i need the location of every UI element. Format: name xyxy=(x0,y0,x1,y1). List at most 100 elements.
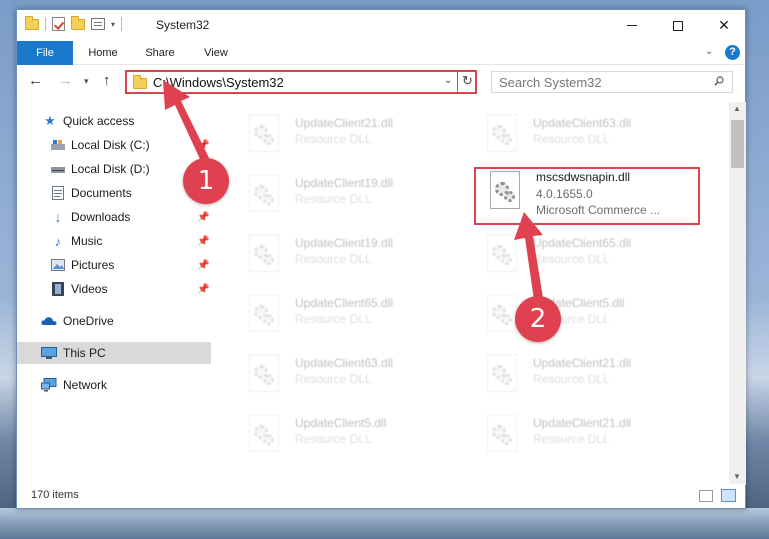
new-folder-icon[interactable] xyxy=(71,15,85,30)
help-icon[interactable]: ? xyxy=(725,45,740,60)
navigation-bar: ← → ▾ ↑ C:\Windows\System32 ⌄ ↻ Search S… xyxy=(17,66,745,98)
file-item[interactable]: UpdateClient19.dll Resource DLL xyxy=(233,230,459,284)
file-name: UpdateClient63.dll xyxy=(533,116,632,130)
dll-file-icon xyxy=(487,114,517,152)
file-item[interactable]: UpdateClient65.dll Resource DLL xyxy=(233,290,459,344)
gear-icon xyxy=(504,191,515,202)
refresh-icon[interactable]: ↻ xyxy=(457,70,477,94)
up-arrow-icon[interactable]: ↑ xyxy=(103,72,111,89)
file-item[interactable]: UpdateClient21.dll Resource DLL xyxy=(233,110,459,164)
sidebar-item-label: Music xyxy=(71,234,103,248)
file-item[interactable]: UpdateClient19.dll Resource DLL xyxy=(233,170,459,224)
documents-icon xyxy=(50,186,66,200)
file-name: UpdateClient65.dll xyxy=(295,296,394,310)
file-item[interactable]: UpdateClient63.dll Resource DLL xyxy=(233,350,459,404)
close-button[interactable]: ✕ xyxy=(701,10,747,41)
sidebar-item-downloads[interactable]: ↓ Downloads 📌 xyxy=(17,206,211,228)
gear-icon xyxy=(263,134,274,145)
sidebar-item-music[interactable]: ♪ Music 📌 xyxy=(17,230,211,252)
file-item[interactable]: UpdateClient21.dll Resource DLL xyxy=(471,350,697,404)
pin-icon[interactable]: 📌 xyxy=(197,284,209,295)
properties-check-icon[interactable] xyxy=(52,17,65,31)
gear-icon xyxy=(501,134,512,145)
scrollbar-thumb[interactable] xyxy=(731,120,744,168)
gear-icon xyxy=(263,434,274,445)
file-item[interactable]: UpdateClient65.dll Resource DLL xyxy=(471,230,697,284)
sidebar-item-pictures[interactable]: Pictures 📌 xyxy=(17,254,211,276)
file-list: UpdateClient21.dll Resource DLL UpdateCl… xyxy=(223,102,727,480)
forward-arrow-icon[interactable]: → xyxy=(58,72,73,89)
file-item[interactable]: UpdateClient5.dll Resource DLL xyxy=(233,410,459,464)
customize-dropdown-icon[interactable]: ▾ xyxy=(111,20,115,29)
dll-file-icon xyxy=(487,234,517,272)
search-placeholder[interactable]: Search System32 xyxy=(499,75,602,90)
sidebar-item-label: Quick access xyxy=(63,114,135,128)
search-icon[interactable] xyxy=(714,76,724,86)
toolbar-divider xyxy=(121,17,123,31)
search-box[interactable]: Search System32 xyxy=(491,71,733,93)
sidebar-item-videos[interactable]: Videos 📌 xyxy=(17,278,211,300)
address-dropdown-icon[interactable]: ⌄ xyxy=(444,75,452,86)
recent-locations-chevron-icon[interactable]: ▾ xyxy=(84,76,89,87)
pin-icon[interactable]: 📌 xyxy=(197,260,209,271)
minimize-icon xyxy=(627,25,637,26)
file-item-mscsdwsnapin[interactable]: mscsdwsnapin.dll 4.0.1655.0 Microsoft Co… xyxy=(474,167,700,221)
gear-icon xyxy=(263,254,274,265)
file-name: UpdateClient19.dll xyxy=(295,236,394,250)
dll-file-icon xyxy=(249,414,279,452)
file-explorer-window: ▾ System32 ✕ File Home Share View ⌄ ? ← … xyxy=(16,9,746,509)
sidebar-item-this-pc[interactable]: This PC xyxy=(17,342,211,364)
scroll-down-icon[interactable]: ▼ xyxy=(733,472,741,481)
minimize-button[interactable] xyxy=(609,10,655,41)
file-description: Resource DLL xyxy=(295,132,372,146)
navigation-pane: ★ Quick access Local Disk (C:) 📌 Local D… xyxy=(17,102,211,482)
vertical-scrollbar[interactable]: ▲ ▼ xyxy=(729,102,746,485)
file-item[interactable]: UpdateClient21.dll Resource DLL xyxy=(471,410,697,464)
highlighted-file-item[interactable]: mscsdwsnapin.dll 4.0.1655.0 Microsoft Co… xyxy=(474,167,700,225)
quick-access-toolbar: ▾ xyxy=(25,15,123,31)
drive-icon xyxy=(50,138,66,152)
tab-home[interactable]: Home xyxy=(79,41,127,65)
sidebar-item-label: Videos xyxy=(71,282,108,296)
sidebar-item-quick-access[interactable]: ★ Quick access xyxy=(17,110,211,132)
address-path[interactable]: C:\Windows\System32 xyxy=(153,75,284,90)
sidebar-item-documents[interactable]: Documents 📌 xyxy=(17,182,211,204)
desktop-background xyxy=(0,508,769,539)
scroll-up-icon[interactable]: ▲ xyxy=(733,104,741,113)
pin-icon[interactable]: 📌 xyxy=(197,212,209,223)
item-count: 170 items xyxy=(31,489,79,501)
back-arrow-icon[interactable]: ← xyxy=(28,72,43,89)
gear-icon xyxy=(501,434,512,445)
file-item[interactable]: UpdateClient5.dll Resource DLL xyxy=(471,290,697,344)
pin-icon[interactable]: 📌 xyxy=(197,140,209,151)
tab-share[interactable]: Share xyxy=(137,41,183,65)
sidebar-item-label: Pictures xyxy=(71,258,115,272)
dll-file-icon xyxy=(487,414,517,452)
sidebar-item-label: Documents xyxy=(71,186,132,200)
file-item[interactable]: UpdateClient63.dll Resource DLL xyxy=(471,110,697,164)
file-description: Resource DLL xyxy=(295,192,372,206)
address-bar[interactable]: C:\Windows\System32 ⌄ ↻ xyxy=(125,70,477,94)
close-icon: ✕ xyxy=(718,17,730,33)
sidebar-item-label: Network xyxy=(63,378,108,392)
details-view-icon[interactable] xyxy=(699,490,713,502)
dll-file-icon xyxy=(249,114,279,152)
file-description: Resource DLL xyxy=(533,132,610,146)
ribbon-tabs: File Home Share View ⌄ ? xyxy=(17,41,745,65)
sidebar-item-network[interactable]: Network xyxy=(17,374,211,396)
maximize-button[interactable] xyxy=(655,10,701,41)
cloud-icon xyxy=(41,314,57,328)
file-version: 4.0.1655.0 xyxy=(536,187,593,201)
file-name: UpdateClient65.dll xyxy=(533,236,632,250)
large-icons-view-icon[interactable] xyxy=(721,489,736,502)
step-2-badge: 2 xyxy=(515,296,561,342)
sidebar-item-local-disk-c[interactable]: Local Disk (C:) 📌 xyxy=(17,134,211,156)
pin-icon[interactable]: 📌 xyxy=(197,236,209,247)
sidebar-item-local-disk-d[interactable]: Local Disk (D:) xyxy=(17,158,211,180)
expand-ribbon-chevron-icon[interactable]: ⌄ xyxy=(705,46,713,57)
file-name: mscsdwsnapin.dll xyxy=(536,170,631,184)
customize-list-icon[interactable] xyxy=(91,18,105,30)
tab-view[interactable]: View xyxy=(193,41,239,65)
sidebar-item-onedrive[interactable]: OneDrive xyxy=(17,310,211,332)
tab-file[interactable]: File xyxy=(17,41,73,65)
